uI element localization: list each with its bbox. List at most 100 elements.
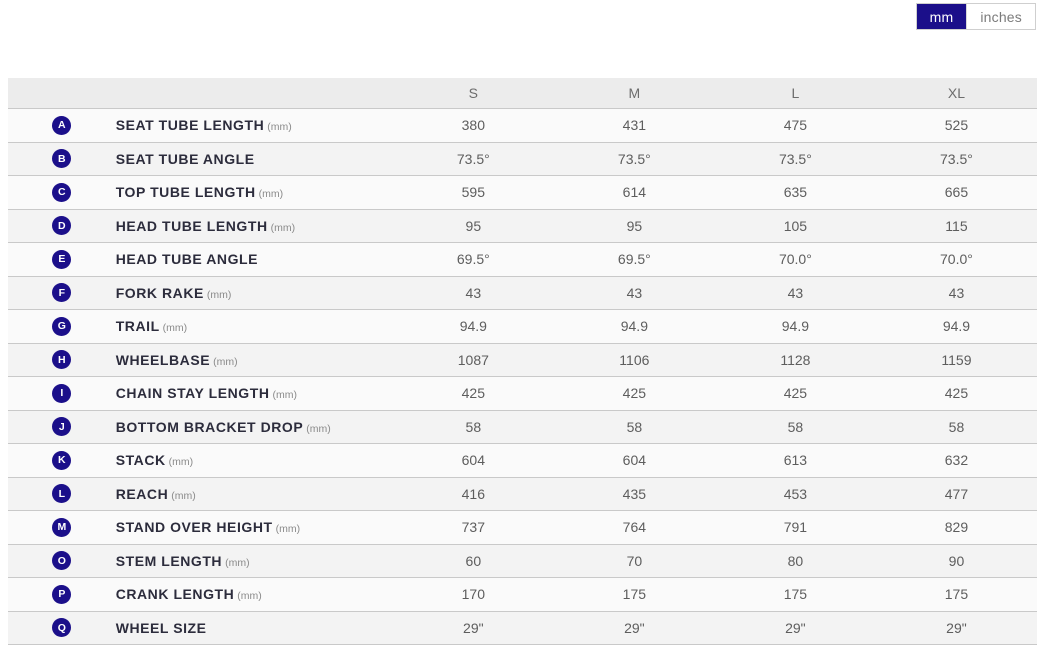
measurement-label: SEAT TUBE LENGTH [116, 117, 265, 133]
table-row: FFORK RAKE(mm)43434343 [8, 276, 1037, 310]
value-cell-s: 425 [393, 377, 554, 411]
measurement-label: WHEEL SIZE [116, 620, 207, 636]
value-cell-m: 175 [554, 578, 715, 612]
row-badge-cell: K [8, 444, 116, 478]
row-badge-cell: A [8, 109, 116, 143]
value-cell-s: 95 [393, 209, 554, 243]
header-row: S M L XL [8, 78, 1037, 109]
row-badge-cell: F [8, 276, 116, 310]
row-label-cell: CHAIN STAY LENGTH(mm) [116, 377, 393, 411]
column-header-xl: XL [876, 78, 1037, 109]
measurement-label: HEAD TUBE LENGTH [116, 218, 268, 234]
value-cell-m: 431 [554, 109, 715, 143]
value-cell-xl: 665 [876, 176, 1037, 210]
value-cell-s: 60 [393, 544, 554, 578]
row-badge-cell: I [8, 377, 116, 411]
measurement-label: HEAD TUBE ANGLE [116, 251, 258, 267]
value-cell-xl: 525 [876, 109, 1037, 143]
value-cell-s: 416 [393, 477, 554, 511]
value-cell-xl: 90 [876, 544, 1037, 578]
value-cell-s: 94.9 [393, 310, 554, 344]
geometry-letter-badge: G [52, 317, 71, 336]
value-cell-l: 94.9 [715, 310, 876, 344]
value-cell-m: 435 [554, 477, 715, 511]
column-header-m: M [554, 78, 715, 109]
row-badge-cell: B [8, 142, 116, 176]
value-cell-l: 635 [715, 176, 876, 210]
table-row: DHEAD TUBE LENGTH(mm)9595105115 [8, 209, 1037, 243]
table-row: PCRANK LENGTH(mm)170175175175 [8, 578, 1037, 612]
table-row: CTOP TUBE LENGTH(mm) 595614635665 [8, 176, 1037, 210]
row-label-cell: STEM LENGTH(mm) [116, 544, 393, 578]
value-cell-m: 58 [554, 410, 715, 444]
value-cell-s: 737 [393, 511, 554, 545]
measurement-unit: (mm) [169, 456, 194, 468]
value-cell-l: 70.0° [715, 243, 876, 277]
value-cell-l: 613 [715, 444, 876, 478]
geometry-table: S M L XL ASEAT TUBE LENGTH(mm)3804314755… [8, 78, 1037, 645]
row-label-cell: SEAT TUBE ANGLE [116, 142, 393, 176]
value-cell-l: 29" [715, 611, 876, 645]
row-label-cell: STACK(mm) [116, 444, 393, 478]
row-badge-cell: H [8, 343, 116, 377]
measurement-label: TOP TUBE LENGTH [116, 184, 256, 200]
measurement-unit: (mm) [259, 188, 284, 200]
row-label-cell: HEAD TUBE LENGTH(mm) [116, 209, 393, 243]
measurement-unit: (mm) [163, 322, 188, 334]
table-row: EHEAD TUBE ANGLE69.5°69.5°70.0°70.0° [8, 243, 1037, 277]
unit-toggle-mm[interactable]: mm [917, 4, 967, 29]
value-cell-xl: 1159 [876, 343, 1037, 377]
measurement-label: CRANK LENGTH [116, 586, 235, 602]
row-label-cell: TRAIL(mm) [116, 310, 393, 344]
geometry-letter-badge: F [52, 283, 71, 302]
value-cell-m: 425 [554, 377, 715, 411]
geometry-table-header: S M L XL [8, 78, 1037, 109]
value-cell-l: 175 [715, 578, 876, 612]
measurement-label: TRAIL [116, 318, 160, 334]
value-cell-s: 604 [393, 444, 554, 478]
value-cell-m: 73.5° [554, 142, 715, 176]
measurement-unit: (mm) [171, 490, 196, 502]
geometry-letter-badge: P [52, 585, 71, 604]
measurement-label: REACH [116, 486, 169, 502]
row-badge-cell: Q [8, 611, 116, 645]
value-cell-l: 43 [715, 276, 876, 310]
geometry-letter-badge: K [52, 451, 71, 470]
value-cell-s: 595 [393, 176, 554, 210]
row-badge-cell: C [8, 176, 116, 210]
value-cell-xl: 115 [876, 209, 1037, 243]
measurement-label: CHAIN STAY LENGTH [116, 385, 270, 401]
geometry-letter-badge: E [52, 250, 71, 269]
unit-toggle-inches[interactable]: inches [966, 4, 1035, 29]
table-row: ICHAIN STAY LENGTH(mm)425425425425 [8, 377, 1037, 411]
value-cell-s: 43 [393, 276, 554, 310]
geometry-letter-badge: J [52, 417, 71, 436]
value-cell-m: 604 [554, 444, 715, 478]
value-cell-s: 170 [393, 578, 554, 612]
value-cell-s: 58 [393, 410, 554, 444]
row-label-cell: FORK RAKE(mm) [116, 276, 393, 310]
value-cell-m: 614 [554, 176, 715, 210]
value-cell-s: 29" [393, 611, 554, 645]
row-label-cell: WHEELBASE(mm) [116, 343, 393, 377]
measurement-label: STAND OVER HEIGHT [116, 519, 273, 535]
value-cell-xl: 632 [876, 444, 1037, 478]
row-badge-cell: L [8, 477, 116, 511]
measurement-label: STEM LENGTH [116, 553, 222, 569]
row-badge-cell: G [8, 310, 116, 344]
geometry-letter-badge: H [52, 350, 71, 369]
value-cell-s: 380 [393, 109, 554, 143]
row-label-cell: HEAD TUBE ANGLE [116, 243, 393, 277]
geometry-table-container: S M L XL ASEAT TUBE LENGTH(mm)3804314755… [8, 78, 1037, 645]
value-cell-xl: 175 [876, 578, 1037, 612]
value-cell-m: 69.5° [554, 243, 715, 277]
measurement-unit: (mm) [225, 557, 250, 569]
table-row: LREACH(mm)416435453477 [8, 477, 1037, 511]
measurement-unit: (mm) [276, 523, 301, 535]
value-cell-xl: 58 [876, 410, 1037, 444]
value-cell-m: 1106 [554, 343, 715, 377]
value-cell-l: 105 [715, 209, 876, 243]
row-badge-cell: E [8, 243, 116, 277]
value-cell-xl: 425 [876, 377, 1037, 411]
geometry-letter-badge: A [52, 116, 71, 135]
